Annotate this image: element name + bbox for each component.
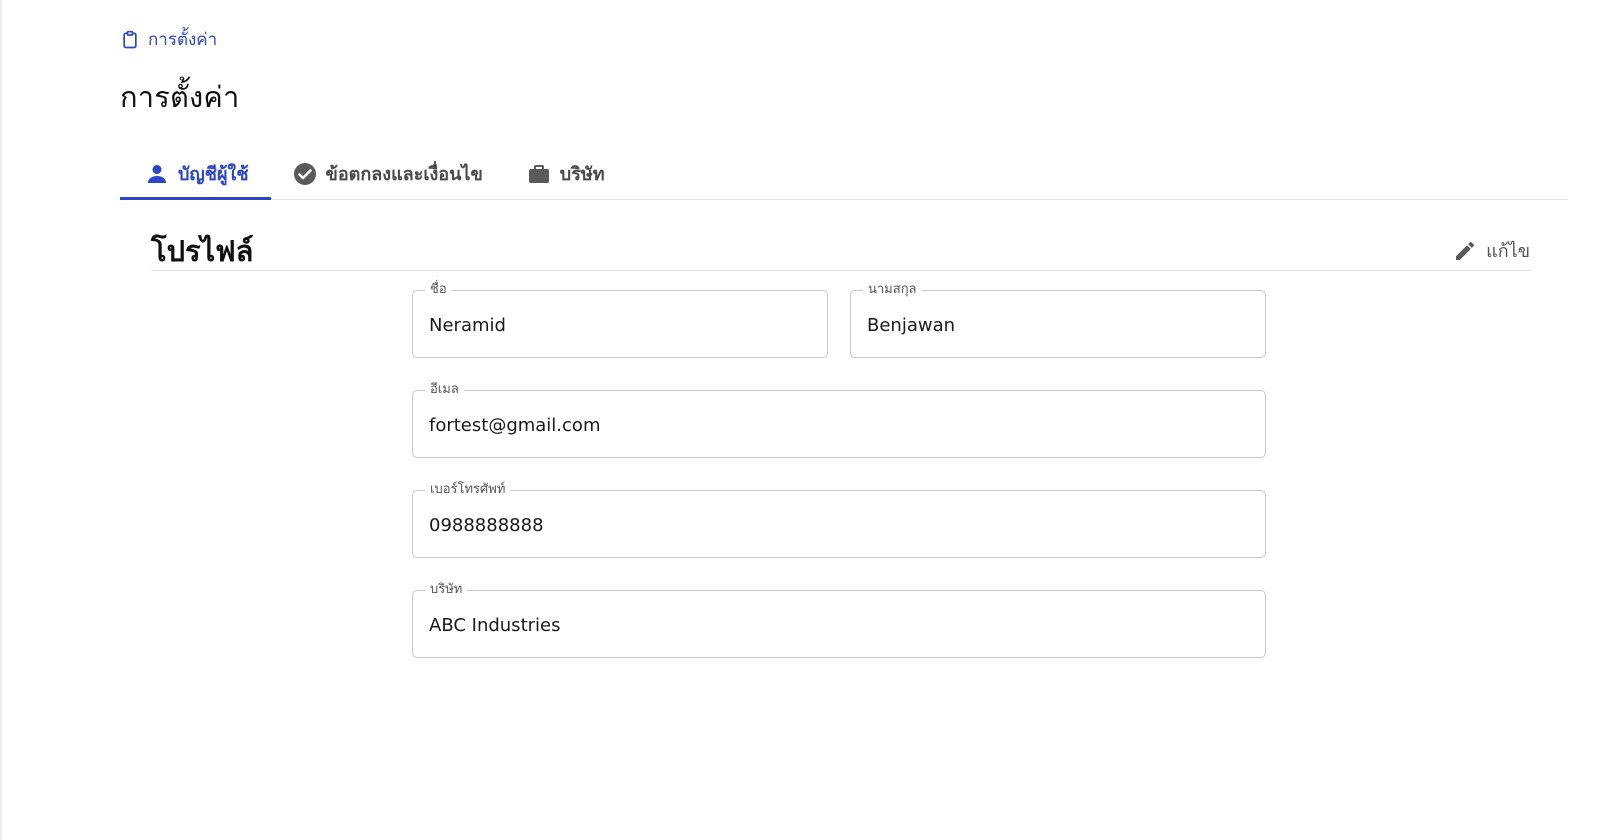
- tab-company[interactable]: บริษัท: [505, 148, 627, 199]
- tab-label: บัญชีผู้ใช้: [178, 164, 249, 185]
- phone-input[interactable]: [429, 513, 1249, 537]
- tab-label: ข้อตกลงและเงื่อนไข: [325, 164, 483, 185]
- email-input[interactable]: [429, 413, 1249, 437]
- tab-terms[interactable]: ข้อตกลงและเงื่อนไข: [271, 148, 505, 199]
- last-name-label: นามสกุล: [863, 281, 922, 299]
- phone-label: เบอร์โทรศัพท์: [425, 481, 511, 499]
- profile-title: โปรไฟล์: [151, 234, 254, 268]
- check-circle-icon: [293, 162, 317, 186]
- person-icon: [145, 162, 169, 186]
- first-name-label: ชื่อ: [425, 281, 452, 299]
- edit-button[interactable]: แก้ไข: [1453, 236, 1530, 265]
- edit-label: แก้ไข: [1486, 241, 1530, 262]
- profile-section-header: โปรไฟล์ แก้ไข: [151, 224, 1532, 271]
- left-divider: [0, 0, 2, 840]
- page-title: การตั้งค่า: [120, 80, 240, 114]
- last-name-field: นามสกุล: [850, 281, 1266, 358]
- email-label: อีเมล: [425, 381, 464, 399]
- first-name-input[interactable]: [429, 313, 811, 337]
- settings-tabs: บัญชีผู้ใช้ ข้อตกลงและเงื่อนไข บริษัท: [120, 148, 1568, 200]
- breadcrumb-label[interactable]: การตั้งค่า: [148, 26, 217, 53]
- settings-page: การตั้งค่า การตั้งค่า บัญชีผู้ใช้ ข้อตกล…: [0, 0, 1608, 840]
- briefcase-icon: [527, 162, 551, 186]
- phone-field: เบอร์โทรศัพท์: [412, 481, 1266, 558]
- tab-label: บริษัท: [559, 164, 605, 185]
- tab-account[interactable]: บัญชีผู้ใช้: [120, 148, 271, 200]
- company-label: บริษัท: [425, 581, 468, 599]
- company-input[interactable]: [429, 613, 1249, 637]
- clipboard-icon: [120, 30, 140, 50]
- email-field: อีเมล: [412, 381, 1266, 458]
- first-name-field: ชื่อ: [412, 281, 828, 358]
- last-name-input[interactable]: [867, 313, 1249, 337]
- pencil-icon: [1453, 239, 1477, 263]
- breadcrumb[interactable]: การตั้งค่า: [120, 26, 217, 53]
- company-field: บริษัท: [412, 581, 1266, 658]
